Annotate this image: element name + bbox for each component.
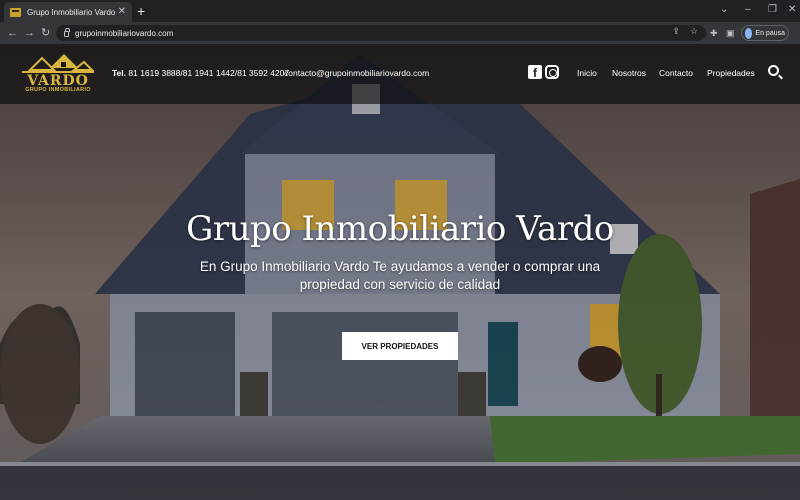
share-icon[interactable]: ⇪ [672,26,680,37]
back-icon[interactable]: ← [7,25,18,41]
nav-item-inicio[interactable]: Inicio [577,68,597,78]
tab-favicon-icon [10,7,21,17]
nav-item-contacto[interactable]: Contacto [659,68,693,78]
tab-title: Grupo Inmobiliario Vardo [27,7,116,17]
plus-icon[interactable]: + [137,3,145,19]
lock-icon [64,28,70,37]
window-close-icon[interactable]: ✕ [788,3,796,17]
extensions-icon[interactable]: ✚ [710,26,718,40]
hero-subtitle: En Grupo Inmobiliario Vardo Te ayudamos … [199,259,601,292]
avatar [745,27,753,39]
restore-icon[interactable]: ❐ [768,3,777,17]
profile-status: En pausa [755,29,785,37]
facebook-glyph: f [533,66,537,80]
contact-email-link[interactable]: contacto@grupoinmobiliariovardo.com [284,68,429,78]
logo-house-icon [22,54,95,73]
reload-icon[interactable]: ↻ [41,25,50,41]
browser-tab-strip: Grupo Inmobiliario Vardo ✕ + ⌄ – ❐ ✕ [0,0,800,22]
facebook-icon[interactable]: f [528,65,542,80]
ver-propiedades-button[interactable]: VER PROPIEDADES [342,332,458,360]
chevron-down-icon[interactable]: ⌄ [720,3,728,17]
browser-tab[interactable]: Grupo Inmobiliario Vardo ✕ [4,2,132,22]
website: VARDO GRUPO INMOBILIARIO Tel. 81 1619 38… [0,44,800,500]
browser-toolbar: ← → ↻ grupoinmobiliariovardo.com ⇪ ☆ ✚ ▣… [0,22,800,44]
contact-phone[interactable]: Tel. 81 1619 3888/81 1941 1442/81 3592 4… [112,68,289,78]
forward-icon[interactable]: → [24,25,35,41]
logo-subtitle: GRUPO INMOBILIARIO [25,87,91,93]
close-icon[interactable]: ✕ [118,7,126,17]
profile-button[interactable]: En pausa [741,25,789,41]
hero-title: Grupo Inmobiliario Vardo [186,209,614,249]
instagram-icon[interactable] [545,65,559,79]
url-text: grupoinmobiliariovardo.com [75,28,174,38]
phone-numbers: 81 1619 3888/81 1941 1442/81 3592 4207 [128,68,290,78]
site-logo[interactable]: VARDO GRUPO INMOBILIARIO [20,52,96,96]
star-icon[interactable]: ☆ [690,26,698,37]
sidepanel-icon[interactable]: ▣ [726,26,735,40]
address-bar[interactable]: grupoinmobiliariovardo.com ⇪ ☆ [56,25,706,41]
nav-item-nosotros[interactable]: Nosotros [612,68,646,78]
phone-label: Tel. [112,68,127,78]
nav-item-propiedades[interactable]: Propiedades [707,68,755,78]
site-header: VARDO GRUPO INMOBILIARIO Tel. 81 1619 38… [0,44,800,104]
minimize-icon[interactable]: – [745,3,751,17]
search-icon[interactable] [768,65,779,76]
